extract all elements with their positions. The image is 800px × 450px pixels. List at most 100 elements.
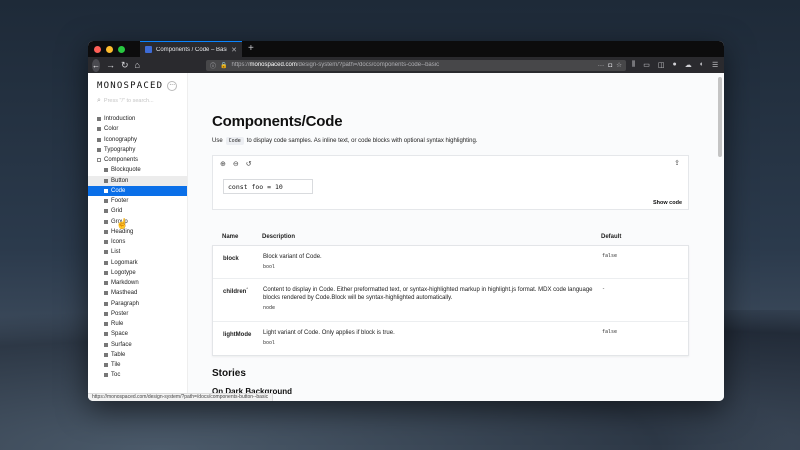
reader-icon[interactable]: ◫: [658, 61, 665, 69]
mouse-cursor-icon: ☝: [116, 219, 129, 230]
sidebar-item-surface[interactable]: Surface: [88, 340, 187, 350]
sidebar-item-button[interactable]: Button: [88, 175, 187, 186]
component-icon: [104, 260, 108, 265]
menu-icon[interactable]: ☰: [712, 61, 718, 69]
sidebar-item-poster[interactable]: Poster: [88, 309, 187, 319]
site-info-icon[interactable]: ⓘ: [210, 61, 216, 70]
folder-open-icon: [97, 158, 101, 163]
component-icon: [104, 342, 108, 347]
sidebar-item-grid[interactable]: Grid: [88, 206, 187, 216]
sidebar-item-iconography[interactable]: Iconography: [88, 135, 187, 145]
component-icon: [104, 363, 108, 368]
sidebar-item-color[interactable]: Color: [88, 124, 187, 134]
page-content: MONOSPACED ··· ⌕ Press "/" to search... …: [88, 73, 724, 401]
prop-description: Content to display in Code. Either prefo…: [263, 279, 602, 321]
browser-tab-active[interactable]: Components / Code – Basic · S ✕: [140, 41, 242, 57]
reset-zoom-icon[interactable]: ↺: [246, 160, 252, 168]
sidebar-item-group[interactable]: Group: [88, 217, 187, 227]
prop-description: Light variant of Code. Only applies if b…: [263, 322, 602, 355]
forward-icon[interactable]: →: [106, 59, 115, 71]
sidebar-item-introduction[interactable]: Introduction: [88, 114, 187, 124]
sidebar-item-space[interactable]: Space: [88, 329, 187, 339]
page-title: Components/Code: [212, 113, 343, 130]
minimize-window-button[interactable]: [106, 45, 113, 53]
sidebar-item-tile[interactable]: Tile: [88, 360, 187, 370]
sidebar: MONOSPACED ··· ⌕ Press "/" to search... …: [88, 73, 188, 401]
search-input[interactable]: ⌕ Press "/" to search...: [88, 95, 187, 107]
sidebar-item-list[interactable]: List: [88, 247, 187, 257]
sidebar-item-logotype[interactable]: Logotype: [88, 268, 187, 278]
sidebar-item-blockquote[interactable]: Blockquote: [88, 165, 187, 175]
component-icon: [104, 199, 108, 204]
favicon-icon: [145, 46, 152, 53]
prop-type: bool: [263, 340, 276, 346]
search-icon: ⌕: [97, 97, 101, 104]
column-header-name: Name: [222, 233, 239, 240]
prop-name: lightMode: [223, 332, 252, 338]
sidebar-nav: Introduction Color Iconography Typograph…: [88, 114, 187, 381]
sidebar-item-heading[interactable]: Heading: [88, 227, 187, 237]
props-table: Name Description Default block Block var…: [212, 228, 689, 356]
bookmark-star-icon[interactable]: ☆: [616, 61, 622, 69]
library-icon[interactable]: ⫼: [632, 61, 635, 69]
prop-default: -: [602, 286, 606, 292]
prop-name: children*: [223, 286, 248, 295]
sidebar-item-rule[interactable]: Rule: [88, 319, 187, 329]
sidebar-item-footer[interactable]: Footer: [88, 196, 187, 206]
reload-icon[interactable]: ↻: [121, 59, 129, 71]
address-bar[interactable]: ⓘ 🔒 https://monospaced.com/design-system…: [205, 59, 626, 71]
page-actions-icon[interactable]: ···: [598, 62, 605, 69]
zoom-in-icon[interactable]: ⊕: [220, 160, 226, 168]
column-header-default: Default: [601, 233, 622, 240]
share-icon[interactable]: ⇪: [674, 159, 680, 167]
pocket-icon[interactable]: ◘: [608, 62, 612, 69]
sidebar-item-icons[interactable]: Icons: [88, 237, 187, 247]
maximize-window-button[interactable]: [118, 45, 125, 53]
props-table-body: block Block variant of Code. bool false …: [212, 245, 689, 356]
doc-icon: [97, 137, 101, 142]
sidebar-item-paragraph[interactable]: Paragraph: [88, 299, 187, 309]
prop-description: Block variant of Code. bool: [263, 246, 602, 278]
sidebar-item-logomark[interactable]: Logomark: [88, 258, 187, 268]
zoom-out-icon[interactable]: ⊖: [233, 160, 239, 168]
sidebar-item-masthead[interactable]: Masthead: [88, 288, 187, 298]
close-window-button[interactable]: [94, 45, 101, 53]
sidebar-toggle-icon[interactable]: ▭: [643, 61, 650, 69]
scrollbar-thumb[interactable]: [718, 77, 722, 157]
inline-code-chip: Code: [225, 137, 244, 145]
home-icon[interactable]: ⌂: [135, 59, 140, 71]
prop-name: block: [223, 256, 239, 262]
table-row: children* Content to display in Code. Ei…: [213, 279, 688, 322]
browser-window: Components / Code – Basic · S ✕ + ← → ↻ …: [88, 41, 724, 401]
new-tab-button[interactable]: +: [248, 41, 254, 57]
intro-text: Use Code to display code samples. As inl…: [212, 137, 478, 145]
search-placeholder: Press "/" to search...: [103, 98, 154, 104]
sidebar-item-typography[interactable]: Typography: [88, 145, 187, 155]
show-code-button[interactable]: Show code: [653, 200, 682, 206]
sidebar-item-toc[interactable]: Toc: [88, 370, 187, 380]
window-controls: [88, 45, 140, 53]
extension-icon-2[interactable]: ◐: [700, 61, 704, 69]
doc-icon: [97, 147, 101, 152]
sidebar-item-components[interactable]: Components: [88, 155, 187, 165]
sidebar-item-markdown[interactable]: Markdown: [88, 278, 187, 288]
docs-main: Components/Code Use Code to display code…: [188, 73, 724, 401]
extension-icon[interactable]: ☁: [685, 61, 692, 69]
tab-close-icon[interactable]: ✕: [231, 46, 237, 54]
account-icon[interactable]: ●: [672, 61, 676, 69]
back-icon[interactable]: ←: [92, 58, 100, 72]
doc-icon: [97, 127, 101, 132]
prop-default: false: [602, 253, 618, 259]
preview-toolbar: ⊕ ⊖ ↺: [213, 156, 688, 168]
toolbar-right: ⫼ ▭ ◫ ● ☁ ◐ ☰: [632, 61, 722, 69]
sidebar-item-table[interactable]: Table: [88, 350, 187, 360]
component-icon: [104, 178, 108, 183]
navigation-bar: ← → ↻ ⌂ ⓘ 🔒 https://monospaced.com/desig…: [88, 57, 724, 73]
sidebar-item-code[interactable]: Code: [88, 185, 187, 196]
doc-icon: [97, 117, 101, 122]
brand-logotype[interactable]: MONOSPACED: [97, 81, 163, 91]
prop-default: false: [602, 329, 618, 335]
column-header-description: Description: [262, 233, 296, 240]
url-text: https://monospaced.com/design-system/?pa…: [231, 62, 440, 68]
more-options-button[interactable]: ···: [167, 81, 178, 91]
